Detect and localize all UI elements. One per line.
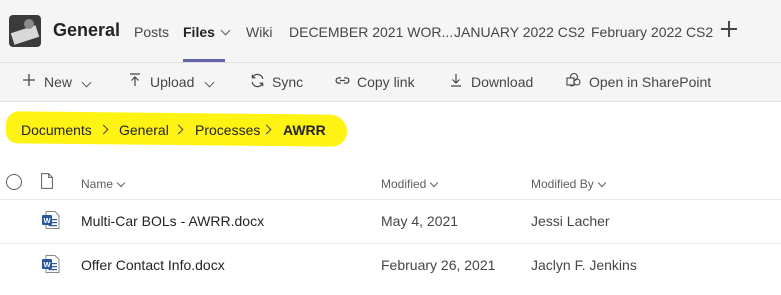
- command-bar: New Upload Sync Copy link Download Open …: [0, 63, 781, 102]
- tab-files[interactable]: Files: [183, 24, 231, 40]
- word-doc-icon: W: [42, 255, 60, 273]
- upload-icon: [130, 73, 140, 86]
- breadcrumb-processes[interactable]: Processes: [195, 122, 260, 138]
- column-header-modified[interactable]: Modified: [381, 177, 439, 191]
- tab-posts[interactable]: Posts: [134, 24, 169, 40]
- download-icon: [451, 74, 461, 87]
- file-modified: February 26, 2021: [381, 257, 496, 273]
- chevron-down-icon: [597, 178, 606, 188]
- channel-name: General: [53, 20, 121, 40]
- file-type-icon: [41, 173, 53, 189]
- link-icon: [335, 77, 350, 84]
- word-doc-icon: W: [42, 211, 60, 229]
- chevron-down-icon: [116, 178, 126, 188]
- chevron-down-icon: [81, 77, 92, 88]
- file-name[interactable]: Multi-Car BOLs - AWRR.docx: [81, 213, 264, 229]
- chevron-down-icon: [220, 25, 231, 36]
- tab-december-2021[interactable]: DECEMBER 2021 WOR...: [289, 24, 453, 40]
- tab-february-2022[interactable]: February 2022 CS2: [591, 24, 713, 40]
- file-modified-by: Jessi Lacher: [531, 213, 610, 229]
- channel-header: General Posts Files Wiki DECEMBER 2021 W…: [0, 0, 781, 63]
- add-tab-icon[interactable]: [720, 20, 738, 38]
- sync-icon: [251, 73, 264, 88]
- select-all-checkbox[interactable]: [6, 174, 22, 190]
- tab-wiki[interactable]: Wiki: [246, 24, 272, 40]
- chevron-down-icon: [430, 178, 439, 188]
- breadcrumb-general[interactable]: General: [119, 122, 169, 138]
- divider: [0, 243, 781, 244]
- sharepoint-icon: [566, 72, 581, 87]
- divider: [0, 199, 781, 200]
- breadcrumb-documents[interactable]: Documents: [21, 122, 92, 138]
- plus-icon: [23, 74, 35, 86]
- file-modified: May 4, 2021: [381, 213, 459, 229]
- chevron-down-icon: [204, 77, 215, 88]
- active-tab-indicator: [183, 59, 225, 62]
- file-name[interactable]: Offer Contact Info.docx: [81, 257, 225, 273]
- column-header-name[interactable]: Name: [81, 177, 126, 191]
- svg-text:W: W: [43, 260, 51, 269]
- team-avatar[interactable]: [9, 15, 41, 47]
- file-modified-by: Jaclyn F. Jenkins: [531, 257, 637, 273]
- svg-text:W: W: [43, 216, 51, 225]
- breadcrumb-awrr: AWRR: [283, 122, 326, 138]
- tab-january-2022[interactable]: JANUARY 2022 CS2: [454, 24, 585, 40]
- column-header-modified-by[interactable]: Modified By: [531, 177, 606, 191]
